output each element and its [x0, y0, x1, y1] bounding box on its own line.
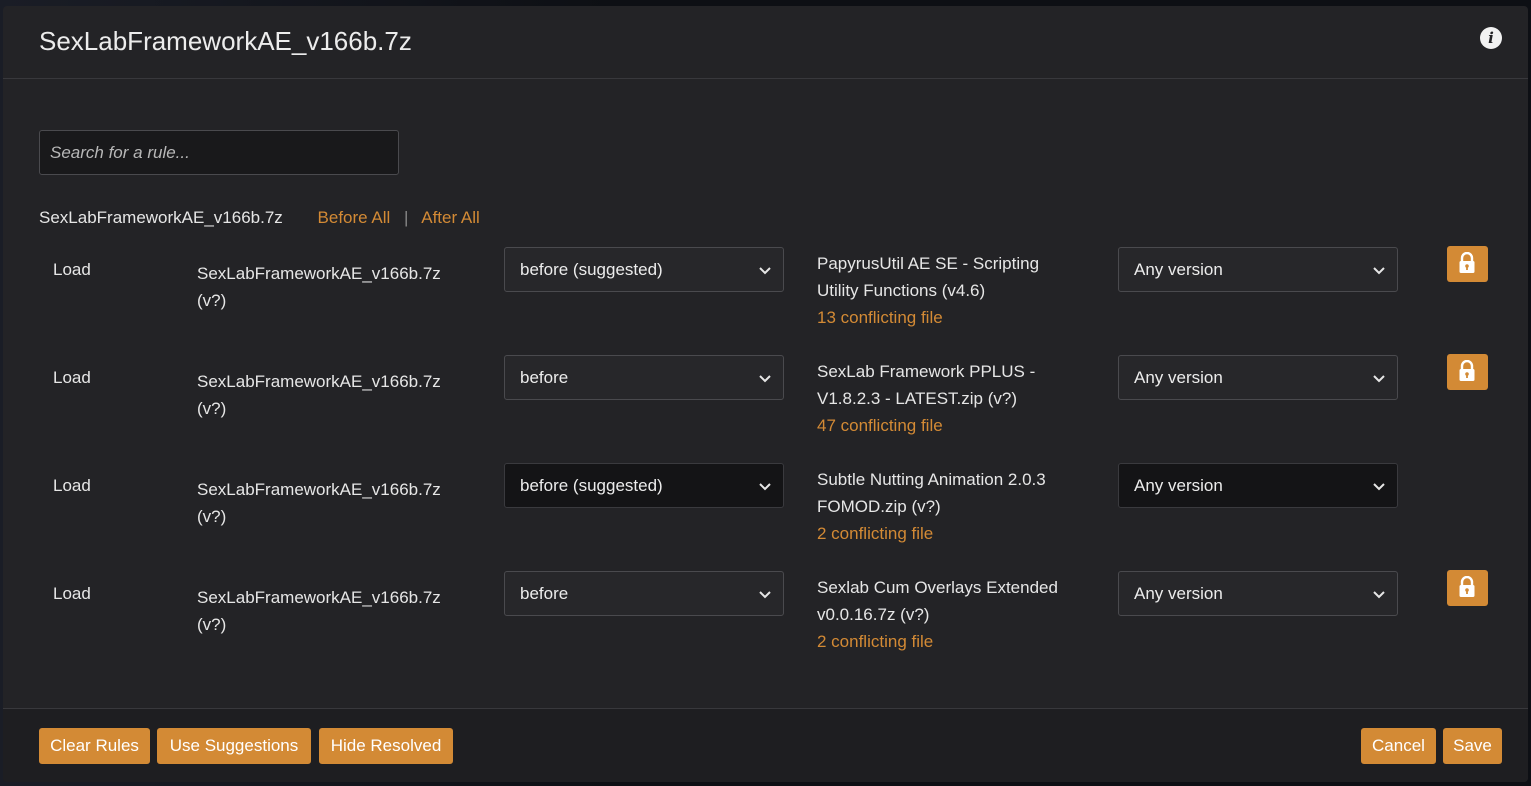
chevron-down-icon	[1373, 591, 1385, 599]
after-all-link[interactable]: After All	[421, 208, 480, 227]
version-value: Any version	[1134, 476, 1223, 495]
clear-rules-button[interactable]: Clear Rules	[39, 728, 150, 764]
chevron-down-icon	[759, 375, 771, 383]
rule-source: SexLabFrameworkAE_v166b.7z (v?)	[197, 368, 487, 422]
version-select[interactable]: Any version	[1118, 247, 1398, 292]
conflicting-files-link[interactable]: 47 conflicting file	[817, 412, 1107, 439]
before-all-link[interactable]: Before All	[318, 208, 391, 227]
conflict-rules-dialog: SexLabFrameworkAE_v166b.7z i SexLabFrame…	[3, 6, 1528, 782]
dialog-footer: Clear Rules Use Suggestions Hide Resolve…	[3, 708, 1528, 782]
version-select[interactable]: Any version	[1118, 355, 1398, 400]
dialog-title: SexLabFrameworkAE_v166b.7z	[39, 26, 412, 56]
rule-target: Sexlab Cum Overlays Extended v0.0.16.7z …	[817, 574, 1107, 655]
rule-target-name-line1: Sexlab Cum Overlays Extended	[817, 578, 1058, 597]
rule-target: Subtle Nutting Animation 2.0.3 FOMOD.zip…	[817, 466, 1107, 547]
rule-verb: Load	[53, 584, 91, 603]
rule-verb: Load	[53, 476, 91, 495]
chevron-down-icon	[759, 591, 771, 599]
rule-row: Load SexLabFrameworkAE_v166b.7z (v?) bef…	[3, 570, 1528, 682]
version-select[interactable]: Any version	[1118, 463, 1398, 508]
version-value: Any version	[1134, 368, 1223, 387]
version-select[interactable]: Any version	[1118, 571, 1398, 616]
rule-source-version: (v?)	[197, 507, 227, 526]
rule-source: SexLabFrameworkAE_v166b.7z (v?)	[197, 476, 487, 530]
relation-value: before	[520, 584, 569, 603]
rule-target-name-line2: V1.8.2.3 - LATEST.zip (v?)	[817, 389, 1017, 408]
lock-icon	[1459, 576, 1475, 597]
save-button[interactable]: Save	[1443, 728, 1502, 764]
rule-row: Load SexLabFrameworkAE_v166b.7z (v?) bef…	[3, 354, 1528, 466]
relation-select[interactable]: before (suggested)	[504, 247, 784, 292]
conflicting-files-link[interactable]: 2 conflicting file	[817, 628, 1107, 655]
subheader-mod-name: SexLabFrameworkAE_v166b.7z	[39, 208, 283, 227]
rule-source-name: SexLabFrameworkAE_v166b.7z	[197, 372, 441, 391]
cancel-button[interactable]: Cancel	[1361, 728, 1436, 764]
chevron-down-icon	[1373, 375, 1385, 383]
version-value: Any version	[1134, 260, 1223, 279]
rule-source: SexLabFrameworkAE_v166b.7z (v?)	[197, 260, 487, 314]
chevron-down-icon	[759, 267, 771, 275]
rule-target-name-line1: PapyrusUtil AE SE - Scripting	[817, 254, 1040, 273]
link-separator: |	[404, 208, 409, 227]
relation-value: before (suggested)	[520, 476, 663, 495]
lock-icon	[1459, 360, 1475, 381]
rule-verb: Load	[53, 260, 91, 279]
rule-source-name: SexLabFrameworkAE_v166b.7z	[197, 264, 441, 283]
use-suggestions-button[interactable]: Use Suggestions	[157, 728, 311, 764]
dialog-header: SexLabFrameworkAE_v166b.7z i	[3, 6, 1528, 79]
relation-value: before (suggested)	[520, 260, 663, 279]
conflicting-files-link[interactable]: 2 conflicting file	[817, 520, 1107, 547]
chevron-down-icon	[1373, 483, 1385, 491]
rule-source-name: SexLabFrameworkAE_v166b.7z	[197, 588, 441, 607]
info-icon[interactable]: i	[1480, 27, 1502, 49]
rule-target: PapyrusUtil AE SE - Scripting Utility Fu…	[817, 250, 1107, 331]
rule-target-name-line2: v0.0.16.7z (v?)	[817, 605, 930, 624]
hide-resolved-button[interactable]: Hide Resolved	[319, 728, 453, 764]
rule-verb: Load	[53, 368, 91, 387]
conflicting-files-link[interactable]: 13 conflicting file	[817, 304, 1107, 331]
lock-icon	[1459, 252, 1475, 273]
relation-select[interactable]: before	[504, 571, 784, 616]
rule-source-version: (v?)	[197, 615, 227, 634]
rule-target-name-line1: SexLab Framework PPLUS -	[817, 362, 1036, 381]
rule-source: SexLabFrameworkAE_v166b.7z (v?)	[197, 584, 487, 638]
chevron-down-icon	[1373, 267, 1385, 275]
lock-rule-button[interactable]	[1447, 246, 1488, 282]
lock-rule-button[interactable]	[1447, 570, 1488, 606]
relation-select[interactable]: before (suggested)	[504, 463, 784, 508]
rule-source-name: SexLabFrameworkAE_v166b.7z	[197, 480, 441, 499]
rule-row: Load SexLabFrameworkAE_v166b.7z (v?) bef…	[3, 463, 1528, 574]
rule-target-name-line2: Utility Functions (v4.6)	[817, 281, 986, 300]
rule-search-input[interactable]	[39, 130, 399, 175]
chevron-down-icon	[759, 483, 771, 491]
rule-target: SexLab Framework PPLUS - V1.8.2.3 - LATE…	[817, 358, 1107, 439]
relation-select[interactable]: before	[504, 355, 784, 400]
version-value: Any version	[1134, 584, 1223, 603]
rule-row: Load SexLabFrameworkAE_v166b.7z (v?) bef…	[3, 246, 1528, 358]
lock-rule-button[interactable]	[1447, 354, 1488, 390]
rule-source-version: (v?)	[197, 291, 227, 310]
rule-target-name-line1: Subtle Nutting Animation 2.0.3	[817, 470, 1046, 489]
rule-target-name-line2: FOMOD.zip (v?)	[817, 497, 941, 516]
relation-value: before	[520, 368, 569, 387]
rule-source-version: (v?)	[197, 399, 227, 418]
mod-subheader: SexLabFrameworkAE_v166b.7z Before All | …	[39, 208, 480, 228]
